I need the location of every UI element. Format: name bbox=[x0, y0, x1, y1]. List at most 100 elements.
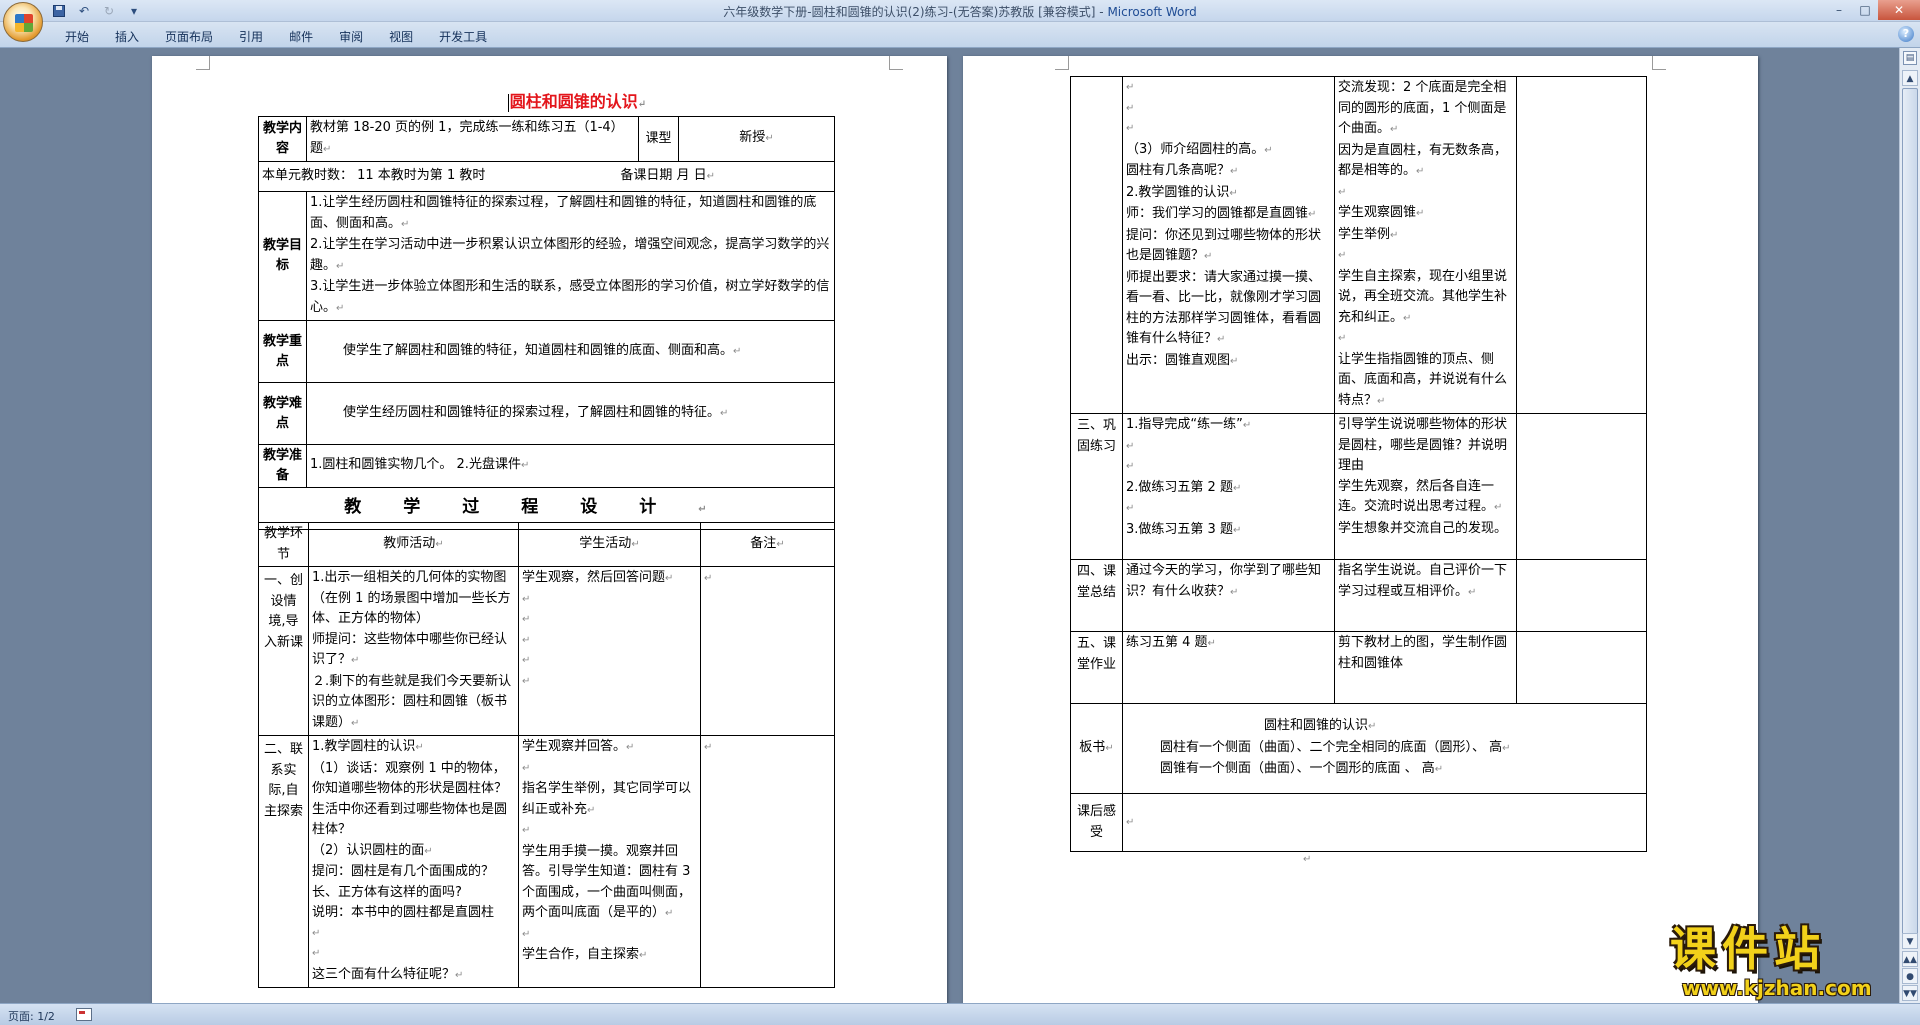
ruler-toggle-icon[interactable]: ▤ bbox=[1903, 51, 1917, 65]
type-value: 新授↵ bbox=[678, 116, 835, 162]
student-cell: 学生观察，然后回答问题↵ ↵ ↵ ↵ ↵ ↵ bbox=[518, 566, 701, 736]
table-row: 一、创设情境,导入新课 1.出示一组相关的几何体的实物图（在例 1 的场景图中增… bbox=[258, 566, 835, 736]
prep-value: 1.圆柱和圆锥实物几个。 2.光盘课件↵ bbox=[306, 444, 835, 488]
table-row: 三、巩固练习 1.指导完成“练一练”↵ ↵ ↵ 2.做练习五第 2 题↵ ↵ 3… bbox=[1070, 413, 1647, 560]
document-title-text: 圆柱和圆锥的认识 bbox=[509, 92, 638, 111]
next-page-button[interactable]: ▼▼ bbox=[1902, 985, 1918, 1001]
office-button[interactable] bbox=[3, 2, 43, 42]
tab-home[interactable]: 开始 bbox=[52, 25, 102, 45]
tab-mailings[interactable]: 邮件 bbox=[276, 25, 326, 45]
window-title: 六年级数学下册-圆柱和圆锥的认识(2)练习-(无答案)苏教版 [兼容模式] - … bbox=[0, 3, 1920, 20]
content-value: 教材第 18-20 页的例 1，完成练一练和练习五（1-4）题↵ bbox=[306, 116, 639, 162]
process-table-continued: ↵ ↵ ↵ （3）师介绍圆柱的高。↵ 圆柱有几条高呢？↵ 2.教学圆锥的认识↵ … bbox=[1070, 76, 1647, 852]
teacher-cell: 练习五第 4 题↵ bbox=[1122, 631, 1335, 704]
paragraph-mark: ↵ bbox=[637, 99, 647, 110]
previous-page-button[interactable]: ▲▲ bbox=[1902, 951, 1918, 967]
student-cell: 引导学生说说哪些物体的形状是圆柱，哪些是圆锥？并说明理由 学生先观察，然后各自连… bbox=[1334, 413, 1517, 560]
board-label: 板书↵ bbox=[1070, 703, 1123, 794]
goal-item: 3.让学生进一步体验立体图形和生活的联系，感受立体图形的学习价值，树立学好数学的… bbox=[310, 279, 830, 315]
help-icon[interactable]: ? bbox=[1898, 26, 1914, 42]
note-cell: ↵ bbox=[700, 566, 835, 736]
table-row: 四、课堂总结 通过今天的学习，你学到了哪些知识？有什么收获？↵ 指名学生说说。自… bbox=[1070, 559, 1647, 632]
site-watermark: 课件站 www.kjzhan.com bbox=[1660, 922, 1898, 1000]
difficulty-label: 教学难点 bbox=[258, 382, 307, 445]
ribbon-tabs: 开始 插入 页面布局 引用 邮件 审阅 视图 开发工具 bbox=[52, 25, 500, 45]
tab-review[interactable]: 审阅 bbox=[326, 25, 376, 45]
document-area[interactable]: 圆柱和圆锥的认识↵ 教学内容 教材第 18-20 页的例 1，完成练一练和练习五… bbox=[0, 48, 1899, 1003]
tab-references[interactable]: 引用 bbox=[226, 25, 276, 45]
app-name: Microsoft Word bbox=[1107, 5, 1197, 19]
student-cell: 学生观察并回答。↵ ↵ 指名学生举例，其它同学可以纠正或补充↵ ↵ 学生用手摸一… bbox=[518, 735, 701, 988]
teacher-cell: 通过今天的学习，你学到了哪些知识？有什么收获？↵ bbox=[1122, 559, 1335, 632]
tab-view[interactable]: 视图 bbox=[376, 25, 426, 45]
vertical-scrollbar[interactable]: ▤ ▲ ▼ ▲▲ ● ▼▼ bbox=[1899, 48, 1920, 1003]
minimize-button[interactable]: – bbox=[1826, 0, 1852, 20]
step-cell: 五、课堂作业 bbox=[1070, 631, 1123, 704]
goals-label: 教学目标 bbox=[258, 191, 307, 321]
unit-row: 本单元教时数： 11 本教时为第 1 教时 备课日期 月 日↵ bbox=[258, 161, 835, 192]
process-table: 教学环节 教师活动↵ 学生活动↵ 备注↵ 一、创设情境,导入新课 1.出示一组相… bbox=[258, 522, 835, 988]
note-cell: ↵ bbox=[700, 735, 835, 988]
office-logo-icon bbox=[15, 14, 33, 32]
tab-developer[interactable]: 开发工具 bbox=[426, 25, 500, 45]
note-cell bbox=[1516, 76, 1647, 414]
window-controls: – □ ✕ bbox=[1826, 0, 1920, 20]
note-cell bbox=[1516, 559, 1647, 632]
reflection-content: ↵ bbox=[1122, 793, 1647, 852]
board-content: 圆柱和圆锥的认识↵ 圆柱有一个侧面（曲面）、二个完全相同的底面（圆形）、 高↵ … bbox=[1122, 703, 1647, 794]
col-note-header: 备注↵ bbox=[700, 522, 835, 567]
student-cell: 剪下教材上的图，学生制作圆柱和圆锥体 bbox=[1334, 631, 1517, 704]
teacher-cell: 1.出示一组相关的几何体的实物图（在例 1 的场景图中增加一些长方体、正方体的物… bbox=[308, 566, 519, 736]
watermark-logo: 课件站 bbox=[1670, 922, 1826, 976]
key-label: 教学重点 bbox=[258, 320, 307, 383]
student-cell: 交流发现：2 个底面是完全相同的圆形的底面，1 个侧面是个曲面。↵ 因为是直圆柱… bbox=[1334, 76, 1517, 414]
note-cell bbox=[1516, 631, 1647, 704]
col-step-header: 教学环节 bbox=[258, 522, 309, 567]
lesson-info-table: 教学内容 教材第 18-20 页的例 1，完成练一练和练习五（1-4）题↵ 课型… bbox=[258, 116, 835, 530]
goal-item: 1.让学生经历圆柱和圆锥特征的探索过程，了解圆柱和圆锥的特征，知道圆柱和圆锥的底… bbox=[310, 195, 817, 231]
table-row: 五、课堂作业 练习五第 4 题↵ 剪下教材上的图，学生制作圆柱和圆锥体 bbox=[1070, 631, 1647, 704]
status-bar: 页面: 1/2 bbox=[0, 1003, 1920, 1025]
goal-item: 2.让学生在学习活动中进一步积累认识立体图形的经验，增强空间观念，提高学习数学的… bbox=[310, 237, 830, 273]
teacher-cell: 1.指导完成“练一练”↵ ↵ ↵ 2.做练习五第 2 题↵ ↵ 3.做练习五第 … bbox=[1122, 413, 1335, 560]
table-row: ↵ ↵ ↵ （3）师介绍圆柱的高。↵ 圆柱有几条高呢？↵ 2.教学圆锥的认识↵ … bbox=[1070, 76, 1647, 414]
crop-mark bbox=[1652, 56, 1666, 70]
tab-insert[interactable]: 插入 bbox=[102, 25, 152, 45]
prep-label: 教学准备 bbox=[258, 444, 307, 488]
maximize-button[interactable]: □ bbox=[1852, 0, 1878, 20]
table-row: 二、联系实际,自主探索 1.教学圆柱的认识↵ （1）谈话：观察例 1 中的物体，… bbox=[258, 735, 835, 988]
reflection-row: 课后感受 ↵ bbox=[1070, 793, 1647, 852]
close-button[interactable]: ✕ bbox=[1878, 0, 1920, 20]
step-cell: 一、创设情境,导入新课 bbox=[258, 566, 309, 736]
type-label: 课型 bbox=[638, 116, 679, 162]
crop-mark bbox=[889, 56, 903, 70]
proofing-icon[interactable] bbox=[76, 1008, 92, 1021]
ribbon: 开始 插入 页面布局 引用 邮件 审阅 视图 开发工具 ? bbox=[0, 22, 1920, 48]
page-1[interactable]: 圆柱和圆锥的认识↵ 教学内容 教材第 18-20 页的例 1，完成练一练和练习五… bbox=[152, 56, 947, 1003]
crop-mark bbox=[196, 56, 210, 70]
page-2[interactable]: ↵ ↵ ↵ （3）师介绍圆柱的高。↵ 圆柱有几条高呢？↵ 2.教学圆锥的认识↵ … bbox=[963, 56, 1758, 1003]
text-cursor bbox=[507, 93, 509, 112]
tab-page-layout[interactable]: 页面布局 bbox=[152, 25, 226, 45]
step-cell: 四、课堂总结 bbox=[1070, 559, 1123, 632]
title-bar: ↶ ↻ ▾ 六年级数学下册-圆柱和圆锥的认识(2)练习-(无答案)苏教版 [兼容… bbox=[0, 0, 1920, 22]
col-student-header: 学生活动↵ bbox=[518, 522, 701, 567]
scroll-up-button[interactable]: ▲ bbox=[1902, 70, 1918, 86]
document-title: 圆柱和圆锥的认识↵ bbox=[412, 88, 742, 112]
reflection-label: 课后感受 bbox=[1070, 793, 1123, 852]
col-teacher-header: 教师活动↵ bbox=[308, 522, 519, 567]
scroll-down-button[interactable]: ▼ bbox=[1902, 933, 1918, 949]
teacher-cell: 1.教学圆柱的认识↵ （1）谈话：观察例 1 中的物体，你知道哪些物体的形状是圆… bbox=[308, 735, 519, 988]
student-cell: 指名学生说说。自己评价一下学习过程或互相评价。↵ bbox=[1334, 559, 1517, 632]
content-label: 教学内容 bbox=[258, 116, 307, 162]
step-cell bbox=[1070, 76, 1123, 414]
watermark-url: www.kjzhan.com bbox=[1682, 976, 1872, 1000]
page-count[interactable]: 页面: 1/2 bbox=[8, 1008, 55, 1024]
scroll-thumb[interactable] bbox=[1902, 88, 1918, 948]
browse-object-button[interactable]: ● bbox=[1902, 968, 1918, 984]
note-cell bbox=[1516, 413, 1647, 560]
step-cell: 三、巩固练习 bbox=[1070, 413, 1123, 560]
key-value: 使学生了解圆柱和圆锥的特征，知道圆柱和圆锥的底面、侧面和高。↵ bbox=[306, 320, 835, 383]
crop-mark bbox=[1055, 56, 1069, 70]
board-row: 板书↵ 圆柱和圆锥的认识↵ 圆柱有一个侧面（曲面）、二个完全相同的底面（圆形）、… bbox=[1070, 703, 1647, 794]
